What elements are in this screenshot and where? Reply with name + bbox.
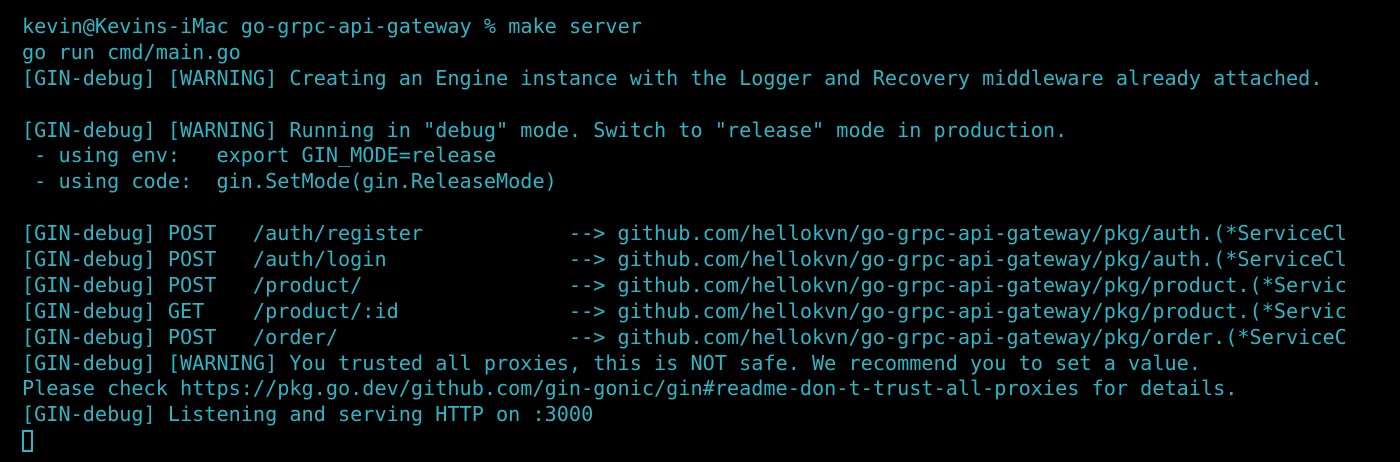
output-line: [GIN-debug] [WARNING] You trusted all pr… xyxy=(22,350,1201,375)
route-line: [GIN-debug] GET /product/:id --> github.… xyxy=(22,298,1347,323)
output-line: go run cmd/main.go xyxy=(22,39,241,64)
prompt-user-host: kevin@Kevins-iMac xyxy=(22,14,229,38)
terminal-cursor[interactable] xyxy=(22,430,33,453)
terminal-output: kevin@Kevins-iMac go-grpc-api-gateway % … xyxy=(22,14,1400,453)
route-line: [GIN-debug] POST /auth/login --> github.… xyxy=(22,247,1347,272)
terminal-window[interactable]: kevin@Kevins-iMac go-grpc-api-gateway % … xyxy=(0,0,1400,462)
command-prompt-line: kevin@Kevins-iMac go-grpc-api-gateway % … xyxy=(22,14,1400,40)
output-line: - using env: export GIN_MODE=release xyxy=(22,143,497,168)
prompt-directory: go-grpc-api-gateway xyxy=(240,14,472,38)
output-line: [GIN-debug] Listening and serving HTTP o… xyxy=(22,402,594,427)
route-line: [GIN-debug] POST /order/ --> github.com/… xyxy=(22,324,1347,349)
route-line: [GIN-debug] POST /product/ --> github.co… xyxy=(22,272,1347,297)
prompt-command: make server xyxy=(508,14,642,38)
output-line: [GIN-debug] [WARNING] Running in "debug"… xyxy=(22,117,1068,142)
prompt-symbol: % xyxy=(483,14,497,38)
route-line: [GIN-debug] POST /auth/register --> gith… xyxy=(22,221,1347,246)
output-line: - using code: gin.SetMode(gin.ReleaseMod… xyxy=(22,169,557,194)
output-line: [GIN-debug] [WARNING] Creating an Engine… xyxy=(22,65,1323,90)
output-line: Please check https://pkg.go.dev/github.c… xyxy=(22,376,1238,401)
